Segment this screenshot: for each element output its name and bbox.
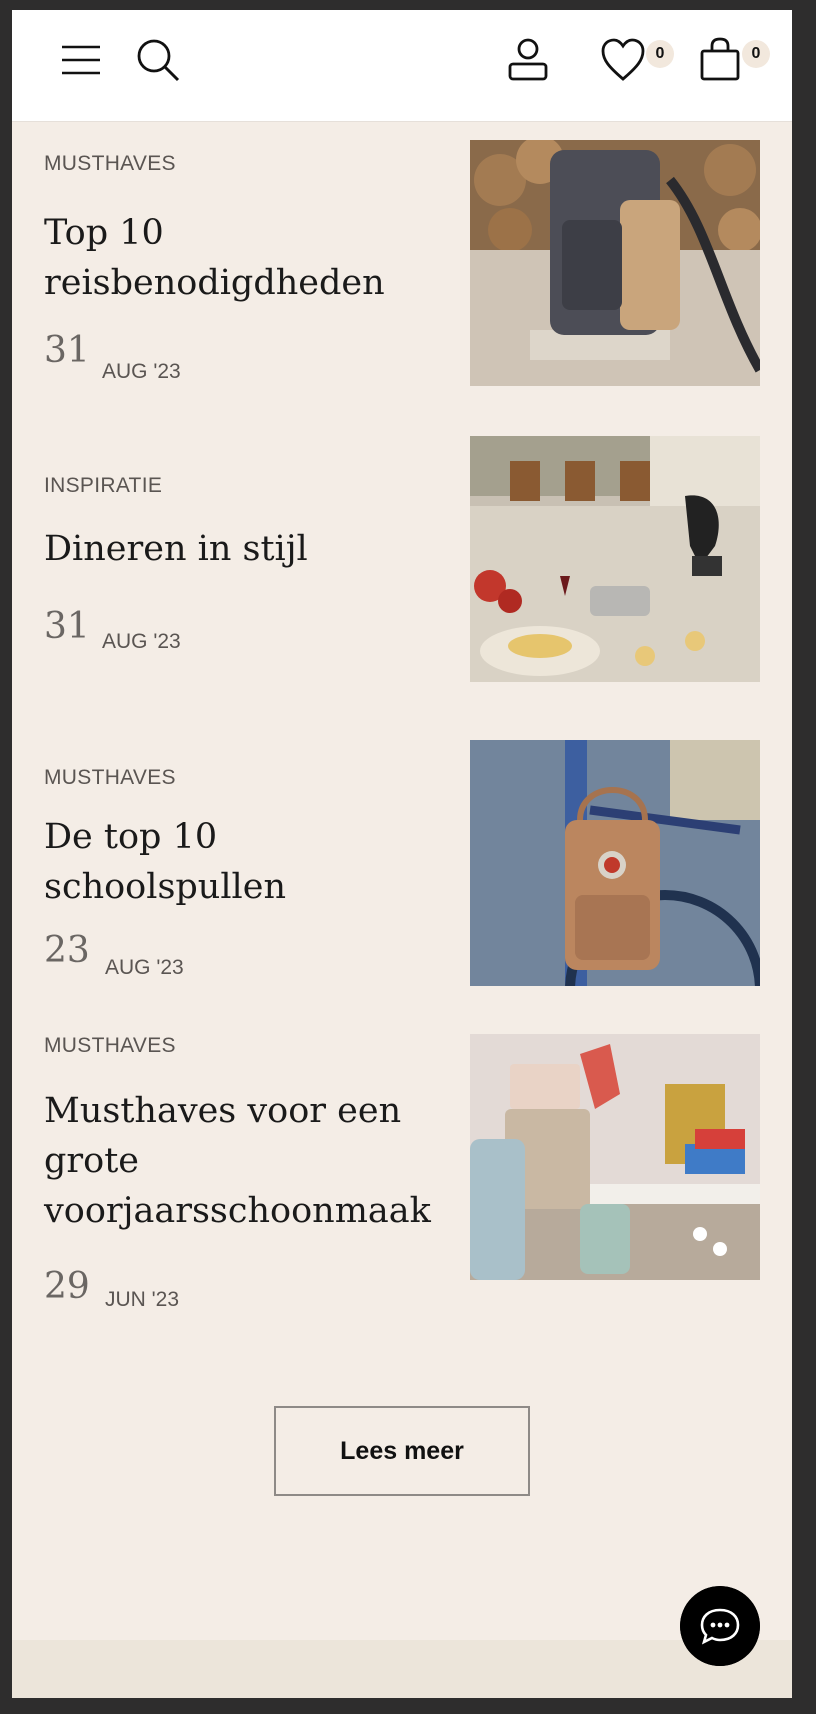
article-date-month: JUN '23 bbox=[105, 1288, 180, 1311]
article-card[interactable]: MUSTHAVES Top 10 reisbenodigdheden 31 AU… bbox=[12, 140, 792, 390]
article-date-day: 31 bbox=[44, 330, 90, 371]
search-icon[interactable] bbox=[134, 36, 182, 84]
site-header: 0 0 bbox=[12, 10, 792, 122]
article-title[interactable]: Top 10 reisbenodigdheden bbox=[44, 208, 434, 308]
article-date-day: 29 bbox=[44, 1266, 90, 1307]
dining-table-photo[interactable] bbox=[470, 436, 760, 682]
load-more-button[interactable]: Lees meer bbox=[274, 1406, 530, 1496]
article-date-day: 31 bbox=[44, 606, 90, 647]
heart-icon[interactable] bbox=[599, 36, 647, 84]
cart-count-badge: 0 bbox=[742, 40, 770, 68]
chat-bubble-icon[interactable] bbox=[680, 1586, 760, 1666]
article-category: INSPIRATIE bbox=[44, 474, 163, 497]
article-title[interactable]: Musthaves voor een grote voorjaarsschoon… bbox=[44, 1086, 434, 1236]
schoolbag-photo[interactable] bbox=[470, 740, 760, 986]
article-category: MUSTHAVES bbox=[44, 766, 176, 789]
article-category: MUSTHAVES bbox=[44, 152, 176, 175]
user-icon[interactable] bbox=[504, 36, 552, 84]
article-title[interactable]: De top 10 schoolspullen bbox=[44, 812, 434, 912]
wishlist-count-badge: 0 bbox=[646, 40, 674, 68]
article-card[interactable]: MUSTHAVES Musthaves voor een grote voorj… bbox=[12, 1034, 792, 1324]
article-date-day: 23 bbox=[44, 930, 90, 971]
article-title[interactable]: Dineren in stijl bbox=[44, 524, 434, 574]
article-card[interactable]: MUSTHAVES De top 10 schoolspullen 23 AUG… bbox=[12, 730, 792, 986]
shopping-bag-icon[interactable] bbox=[696, 36, 744, 84]
footer-band bbox=[12, 1640, 792, 1698]
backpack-photo[interactable] bbox=[470, 140, 760, 386]
article-date-month: AUG '23 bbox=[102, 360, 181, 383]
hamburger-menu-icon[interactable] bbox=[57, 36, 105, 84]
article-date-month: AUG '23 bbox=[105, 956, 184, 979]
article-category: MUSTHAVES bbox=[44, 1034, 176, 1057]
article-card[interactable]: INSPIRATIE Dineren in stijl 31 AUG '23 bbox=[12, 436, 792, 686]
cleaning-items-photo[interactable] bbox=[470, 1034, 760, 1280]
article-date-month: AUG '23 bbox=[102, 630, 181, 653]
page-frame: 0 0 MUSTHAVES Top 10 reisbenodigdheden 3… bbox=[12, 10, 792, 1698]
